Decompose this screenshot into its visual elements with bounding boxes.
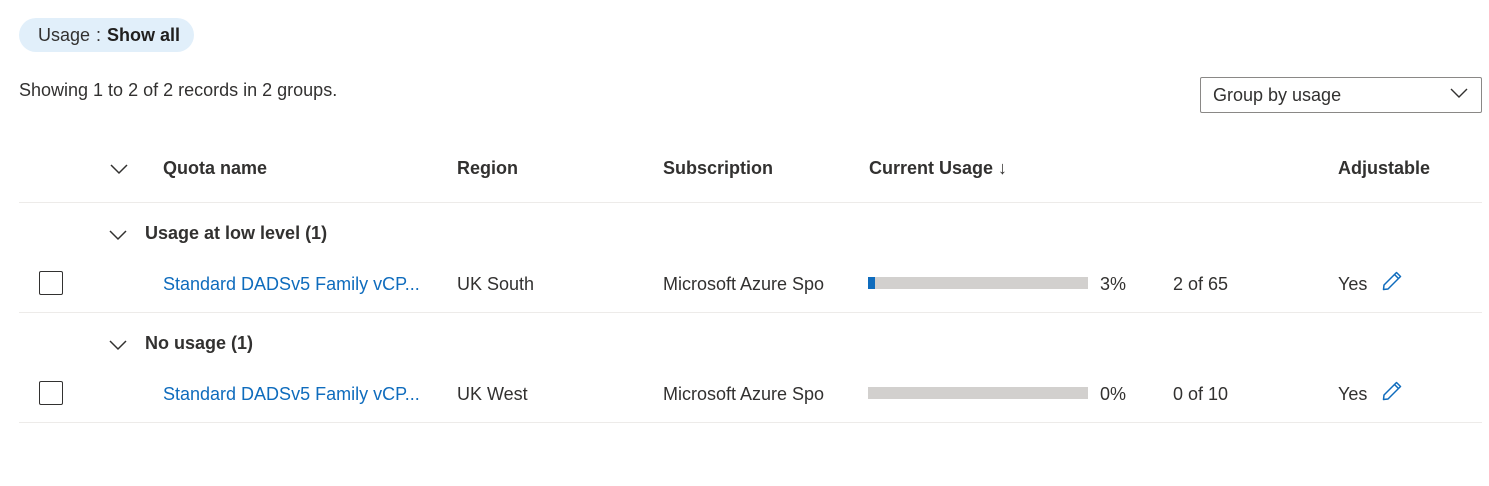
row-checkbox[interactable]: [39, 271, 63, 295]
column-header-adjustable[interactable]: Adjustable: [1338, 158, 1430, 179]
usage-percent: 3%: [1100, 274, 1127, 294]
group-by-dropdown[interactable]: Group by usage: [1200, 77, 1482, 113]
quota-table: Quota name Region Subscription Current U…: [19, 140, 1482, 423]
row-checkbox[interactable]: [39, 381, 63, 405]
adjustable-cell: Yes: [1338, 384, 1368, 404]
usage-progress-bar: [868, 277, 1088, 289]
usage-filter-pill[interactable]: Usage : Show all: [19, 18, 195, 52]
filter-separator: :: [96, 24, 102, 45]
group-title: No usage (1): [145, 333, 254, 353]
pencil-edit-icon[interactable]: [1381, 380, 1403, 402]
usage-percent: 0%: [1100, 384, 1127, 404]
group-header[interactable]: Usage at low level (1): [19, 203, 1482, 255]
region-cell: UK West: [457, 384, 528, 404]
group-title: Usage at low level (1): [145, 223, 328, 243]
filter-value: Show all: [107, 24, 181, 45]
region-cell: UK South: [457, 274, 535, 294]
collapse-all-chevron-icon[interactable]: [108, 158, 130, 180]
table-header: Quota name Region Subscription Current U…: [19, 140, 1482, 203]
group-header[interactable]: No usage (1): [19, 313, 1482, 365]
group-by-selected: Group by usage: [1213, 84, 1342, 105]
quota-name-link[interactable]: Standard DADSv5 Family vCP...: [163, 384, 420, 405]
subscription-cell: Microsoft Azure Spo: [663, 274, 825, 294]
quota-name-link[interactable]: Standard DADSv5 Family vCP...: [163, 274, 420, 295]
column-header-quota-name[interactable]: Quota name: [163, 158, 267, 179]
table-row[interactable]: Standard DADSv5 Family vCP... UK South M…: [19, 255, 1482, 313]
adjustable-cell: Yes: [1338, 274, 1368, 294]
records-info: Showing 1 to 2 of 2 records in 2 groups.: [19, 80, 338, 100]
column-header-region[interactable]: Region: [457, 158, 518, 179]
chevron-down-icon[interactable]: [107, 334, 129, 356]
pencil-edit-icon[interactable]: [1381, 270, 1403, 292]
subscription-cell: Microsoft Azure Spo: [663, 384, 825, 404]
column-header-current-usage[interactable]: Current Usage ↓: [869, 158, 1007, 179]
chevron-down-icon: [1449, 83, 1469, 108]
chevron-down-icon[interactable]: [107, 224, 129, 246]
usage-progress-bar: [868, 387, 1088, 399]
usage-count: 0 of 10: [1173, 384, 1229, 404]
column-header-subscription[interactable]: Subscription: [663, 158, 773, 179]
usage-count: 2 of 65: [1173, 274, 1229, 294]
usage-progress-fill: [868, 277, 875, 289]
filter-label: Usage: [38, 24, 91, 45]
table-row[interactable]: Standard DADSv5 Family vCP... UK West Mi…: [19, 365, 1482, 423]
